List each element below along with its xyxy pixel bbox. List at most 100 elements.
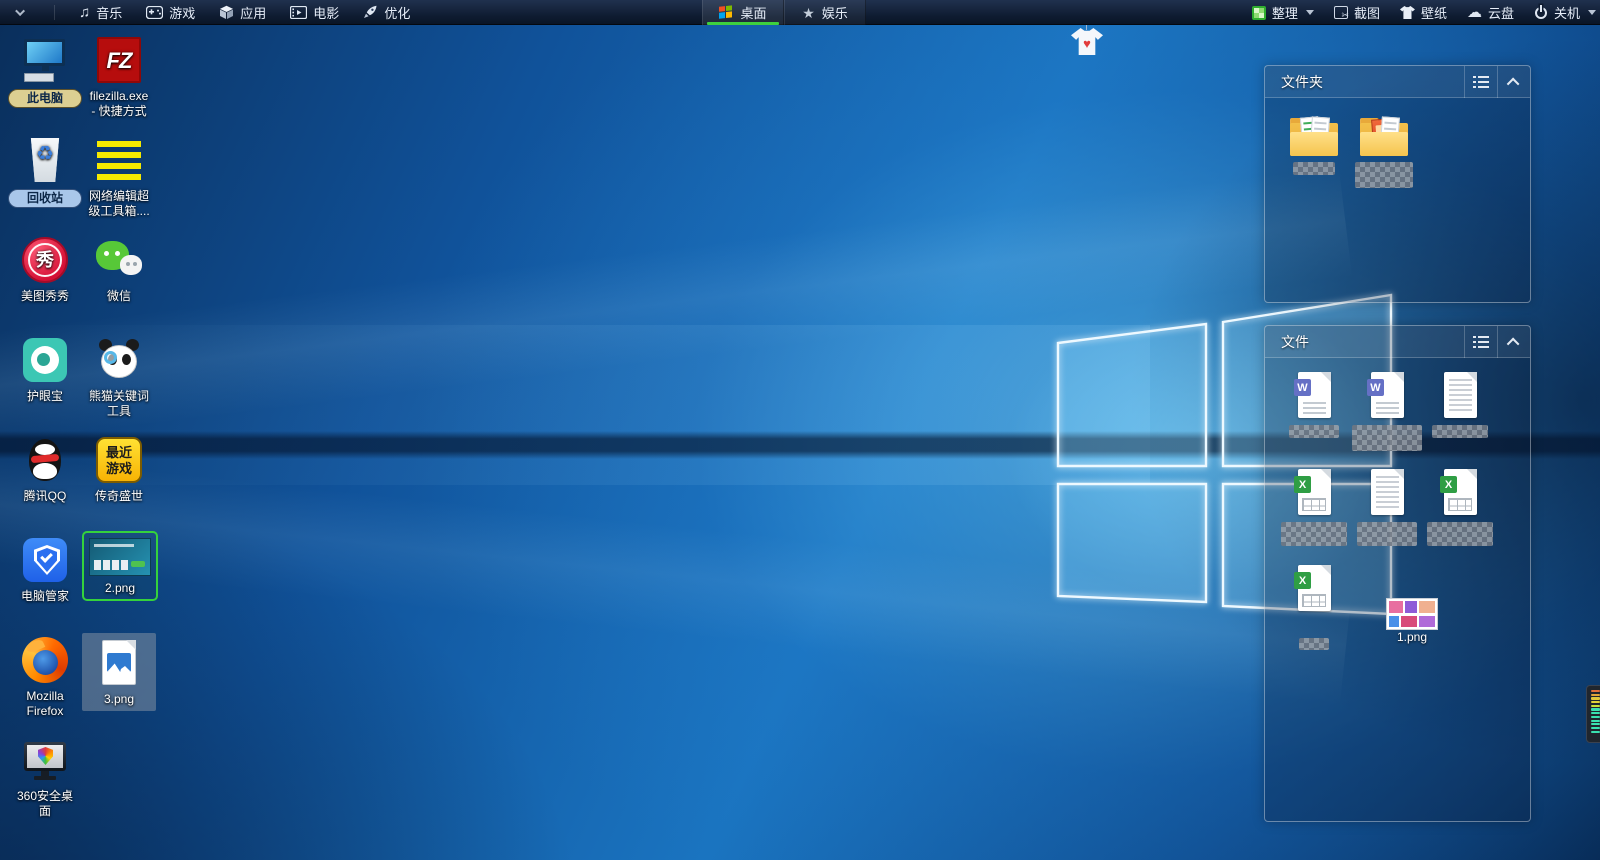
movie-icon xyxy=(290,6,307,19)
files-panel-title: 文件 xyxy=(1265,332,1309,352)
tool-screenshot[interactable]: ✂ 截图 xyxy=(1334,3,1380,22)
desktop-icon-meitu[interactable]: 秀 美图秀秀 xyxy=(8,236,82,304)
360-safe-desktop-icon xyxy=(21,736,69,784)
tool-organize[interactable]: 整理 xyxy=(1252,3,1314,22)
gamepad-icon xyxy=(146,6,163,19)
excel-file-icon: X xyxy=(1294,564,1334,614)
dock-toolbar: ♫ 音乐 游戏 应用 电影 优化 桌面 ★ 娱乐 xyxy=(0,0,1600,25)
pc-manager-shield-icon xyxy=(21,536,69,584)
folders-panel-header: 文件夹 xyxy=(1265,66,1530,98)
cloud-disk-icon: ☁ xyxy=(1467,5,1482,20)
filezilla-icon: FZ xyxy=(95,36,143,84)
desktop-icon-this-pc[interactable]: 此电脑 xyxy=(8,36,82,108)
panda-keyword-tool-icon xyxy=(95,336,143,384)
file-item[interactable]: X xyxy=(1279,564,1349,650)
desktop-icon-legend-game[interactable]: 最近游戏 传奇盛世 xyxy=(82,436,156,504)
tool-cloud-disk[interactable]: ☁ 云盘 xyxy=(1467,3,1514,22)
censored-label xyxy=(1432,425,1488,438)
collapse-panel-button[interactable] xyxy=(1497,66,1530,98)
excel-file-icon: X xyxy=(1440,468,1480,518)
chevron-down-icon xyxy=(15,6,25,16)
eye-care-icon xyxy=(21,336,69,384)
censored-label xyxy=(1293,162,1335,175)
organize-grid-icon xyxy=(1252,6,1266,20)
folders-panel-title: 文件夹 xyxy=(1265,72,1323,92)
wechat-icon xyxy=(95,236,143,284)
censored-label xyxy=(1352,425,1422,451)
power-icon xyxy=(1534,6,1548,20)
file-item[interactable]: X xyxy=(1425,468,1495,546)
tool-shutdown[interactable]: 关机 xyxy=(1534,3,1596,22)
desktop-icon-3png[interactable]: 3.png xyxy=(82,633,156,711)
chevron-up-icon xyxy=(1506,77,1519,90)
desktop-icon-360-desktop[interactable]: 360安全桌面 xyxy=(8,736,82,819)
desktop-icon-qq[interactable]: 腾讯QQ xyxy=(8,436,82,504)
menu-item-music[interactable]: ♫ 音乐 xyxy=(79,3,122,22)
caret-down-icon xyxy=(1588,10,1596,15)
censored-label xyxy=(1357,522,1417,546)
censored-label xyxy=(1427,522,1493,546)
desktop-icon-web-toolbox[interactable]: 网络编辑超级工具箱.... xyxy=(82,136,156,219)
image-file-icon xyxy=(1386,598,1438,630)
meitu-icon: 秀 xyxy=(21,236,69,284)
text-file-icon xyxy=(1440,371,1480,421)
collapse-panel-button[interactable] xyxy=(1497,326,1530,358)
menu-item-games[interactable]: 游戏 xyxy=(146,3,195,22)
list-view-icon xyxy=(1473,336,1489,348)
toolbar-collapse-button[interactable] xyxy=(12,3,30,21)
desktop-icon-firefox[interactable]: MozillaFirefox xyxy=(8,636,82,719)
screenshot-thumbnail xyxy=(89,538,151,576)
file-item-1png[interactable]: 1.png xyxy=(1377,598,1447,644)
folder-item[interactable] xyxy=(1279,116,1349,175)
censored-label xyxy=(1281,522,1347,546)
file-item[interactable] xyxy=(1352,468,1422,546)
tshirt-heart-icon: ♥ xyxy=(1071,28,1103,55)
desktop-icon-pc-manager[interactable]: 电脑管家 xyxy=(8,536,82,604)
desktop-icon-filezilla[interactable]: FZ filezilla.exe- 快捷方式 xyxy=(82,36,156,119)
censored-label xyxy=(1299,638,1329,650)
desktop-icon-wechat[interactable]: 微信 xyxy=(82,236,156,304)
excel-file-icon: X xyxy=(1294,468,1334,518)
file-item[interactable]: W xyxy=(1279,371,1349,438)
folder-media-icon xyxy=(1359,116,1409,158)
menu-item-optimize[interactable]: 优化 xyxy=(363,3,410,22)
recent-game-icon: 最近游戏 xyxy=(95,436,143,484)
windows-logo-icon xyxy=(719,5,733,19)
image-file-icon xyxy=(95,639,143,687)
recycle-bin-icon: ♻♻ xyxy=(21,136,69,184)
folders-panel: 文件夹 xyxy=(1264,65,1531,303)
tab-entertainment[interactable]: ★ 娱乐 xyxy=(784,0,866,25)
caret-down-icon xyxy=(1306,10,1314,15)
level-meter-widget[interactable] xyxy=(1586,685,1600,743)
files-panel-header: 文件 xyxy=(1265,326,1530,358)
file-item[interactable]: X xyxy=(1279,468,1349,546)
folder-item[interactable] xyxy=(1349,116,1419,188)
yellow-bars-toolbox-icon xyxy=(95,136,143,184)
files-panel: 文件 W W X X X xyxy=(1264,325,1531,822)
file-item[interactable]: W xyxy=(1352,371,1422,451)
menu-item-movies[interactable]: 电影 xyxy=(290,3,339,22)
screenshot-icon: ✂ xyxy=(1334,6,1348,19)
desktop-icon-2png[interactable]: 2.png xyxy=(82,531,158,601)
tencent-qq-icon xyxy=(21,436,69,484)
wallpaper-tshirt-icon xyxy=(1400,6,1415,19)
word-file-icon: W xyxy=(1294,371,1334,421)
optimize-rocket-icon xyxy=(363,5,378,19)
firefox-icon xyxy=(21,636,69,684)
word-file-icon: W xyxy=(1367,371,1407,421)
divider xyxy=(54,5,55,20)
desktop-icon-panda-keyword-tool[interactable]: 熊猫关键词工具 xyxy=(82,336,156,419)
menu-item-apps[interactable]: 应用 xyxy=(219,3,266,22)
desktop-icon-eye-care[interactable]: 护眼宝 xyxy=(8,336,82,404)
desktop-icon-recycle-bin[interactable]: ♻♻ 回收站 xyxy=(8,136,82,208)
tab-desktop[interactable]: 桌面 xyxy=(702,0,784,25)
file-item[interactable] xyxy=(1425,371,1495,438)
music-icon: ♫ xyxy=(79,4,90,21)
censored-label xyxy=(1355,162,1413,188)
tool-wallpaper[interactable]: 壁纸 xyxy=(1400,3,1447,22)
text-file-icon xyxy=(1367,468,1407,518)
apps-cube-icon xyxy=(219,5,234,20)
list-view-button[interactable] xyxy=(1464,66,1497,98)
this-pc-icon xyxy=(21,36,69,84)
list-view-button[interactable] xyxy=(1464,326,1497,358)
